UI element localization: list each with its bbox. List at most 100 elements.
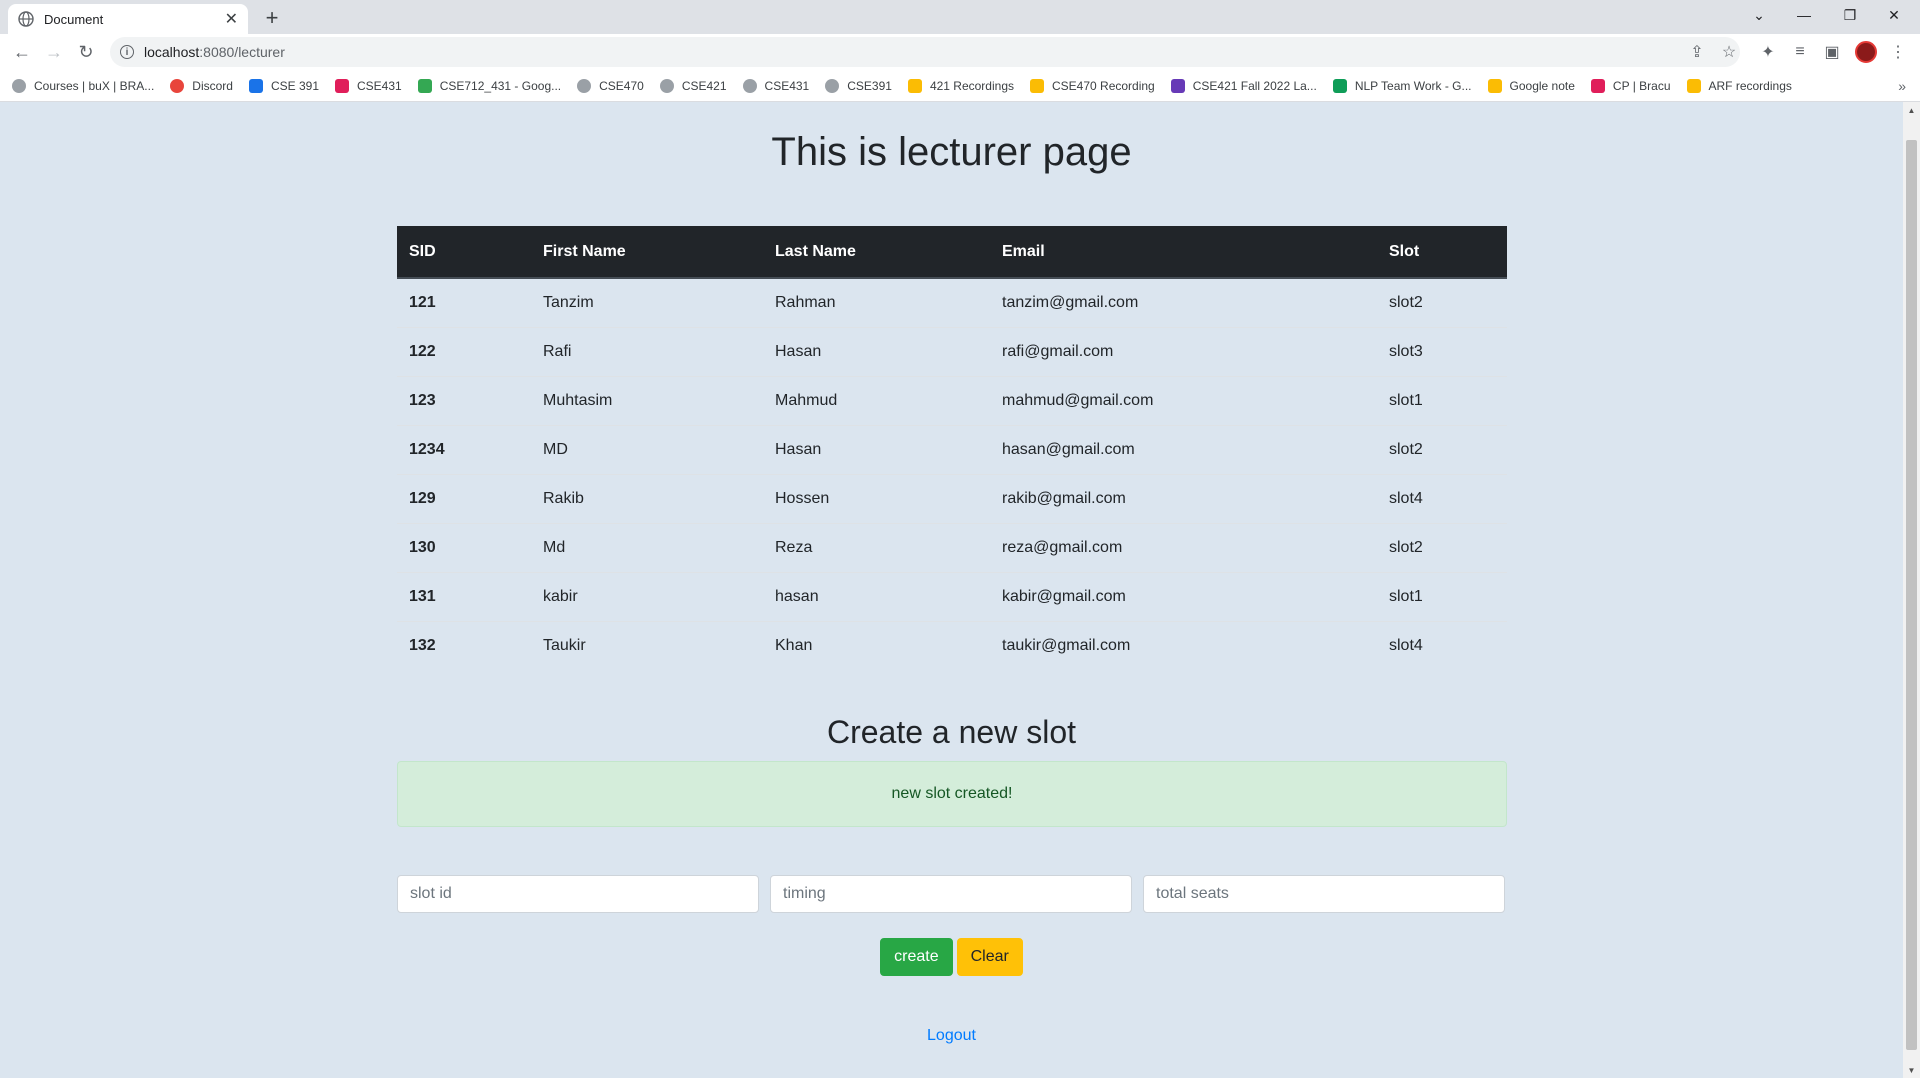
cell-sid: 121 [409,293,436,311]
table-row: 132 Taukir Khan taukir@gmail.com slot4 [397,620,1507,670]
cell-slot: slot1 [1377,571,1507,621]
tab-search-icon[interactable]: ⌄ [1737,0,1781,30]
globe-icon [18,11,34,27]
more-bookmarks-icon[interactable]: » [1898,78,1906,94]
bookmark-item[interactable]: CSE431 [335,78,402,93]
bookmark-item[interactable]: CSE421 [659,78,727,93]
new-tab-button[interactable]: + [258,4,286,32]
info-icon[interactable]: i [120,45,134,59]
back-icon[interactable]: ← [6,36,38,68]
cell-last-name: Hossen [763,473,990,523]
bookmark-item[interactable]: Discord [170,78,233,93]
scroll-up-icon[interactable]: ▲ [1903,102,1920,118]
cell-slot: slot1 [1377,375,1507,425]
side-panel-icon[interactable]: ▣ [1816,36,1848,68]
bookmarks-bar: Courses | buX | BRA... Discord CSE 391 C… [0,70,1920,102]
cell-sid: 129 [397,473,531,523]
bookmark-icon [825,78,840,93]
slot-id-input[interactable] [397,875,759,913]
table-row: 130 Md Reza reza@gmail.com slot2 [397,522,1507,572]
media-icon[interactable]: ≡ [1784,36,1816,68]
reload-icon[interactable]: ↻ [70,36,102,68]
bookmark-item[interactable]: CSE712_431 - Goog... [417,78,561,93]
bookmark-item[interactable]: CSE421 Fall 2022 La... [1170,78,1317,93]
cell-sid: 122 [397,326,531,376]
bookmark-item[interactable]: Google note [1487,78,1575,93]
cell-first-name: Rakib [531,473,763,523]
logout-link[interactable]: Logout [0,1027,1903,1045]
restore-button[interactable]: ❐ [1828,0,1872,30]
table-row: 1234 MD Hasan hasan@gmail.com slot2 [397,424,1507,474]
cell-first-name: Tanzim [543,293,594,311]
bookmark-item[interactable]: NLP Team Work - G... [1332,78,1472,93]
cell-slot: slot2 [1389,293,1423,311]
cell-first-name: kabir [531,571,763,621]
cell-last-name: Khan [763,620,990,670]
browser-tab[interactable]: Document ✕ [8,4,248,34]
cell-slot: slot3 [1377,326,1507,376]
menu-icon[interactable]: ⋮ [1882,36,1914,68]
cell-sid: 1234 [397,424,531,474]
cell-email: taukir@gmail.com [990,620,1377,670]
minimize-button[interactable]: — [1782,0,1826,30]
bookmark-icon [659,78,674,93]
bookmark-item[interactable]: CSE391 [825,78,892,93]
cell-first-name: MD [531,424,763,474]
cell-sid: 130 [397,522,531,572]
forward-icon[interactable]: → [38,36,70,68]
create-button[interactable]: create [880,938,953,976]
clear-button[interactable]: Clear [956,938,1023,976]
bookmark-item[interactable]: ARF recordings [1686,78,1792,93]
scroll-down-icon[interactable]: ▼ [1903,1062,1920,1078]
drive-icon [417,78,432,93]
bookmark-item[interactable]: Courses | buX | BRA... [12,78,154,93]
bookmark-item[interactable]: CSE431 [742,78,809,93]
scrollbar-thumb[interactable] [1906,140,1917,1050]
cell-slot: slot4 [1377,620,1507,670]
table-row: 122 Rafi Hasan rafi@gmail.com slot3 [397,326,1507,376]
share-icon[interactable]: ⇪ [1681,36,1713,68]
drive-icon [1030,78,1044,93]
cell-email: kabir@gmail.com [990,571,1377,621]
success-alert: new slot created! [397,761,1507,827]
keep-icon [1487,78,1502,93]
bookmark-star-icon[interactable]: ☆ [1713,36,1745,68]
table-row: 131 kabir hasan kabir@gmail.com slot1 [397,571,1507,621]
bookmark-item[interactable]: CP | Bracu [1590,78,1671,93]
bookmark-icon [742,78,757,93]
bookmark-item[interactable]: 421 Recordings [907,78,1014,93]
cell-last-name: Hasan [763,326,990,376]
drive-icon [907,78,922,93]
table-row: 129 Rakib Hossen rakib@gmail.com slot4 [397,473,1507,523]
discord-icon [170,78,185,93]
total-seats-input[interactable] [1143,875,1505,913]
bookmark-icon [577,78,592,93]
url-path: :8080/lecturer [199,44,285,60]
avatar[interactable] [1850,36,1882,68]
cell-first-name: Taukir [531,620,763,670]
close-tab-icon[interactable]: ✕ [225,9,238,29]
page-title: This is lecturer page [771,130,1132,174]
cell-slot: slot2 [1377,424,1507,474]
bookmark-item[interactable]: CSE470 Recording [1030,78,1155,93]
cell-first-name: Muhtasim [531,375,763,425]
tab-title: Document [44,11,104,27]
cell-email: rakib@gmail.com [990,473,1377,523]
timing-input[interactable] [770,875,1132,913]
table-row: 121 Tanzim Rahman tanzim@gmail.com slot2 [397,278,1507,327]
header-first-name: First Name [531,226,763,279]
vertical-scrollbar[interactable]: ▲ ▼ [1903,102,1920,1078]
cell-last-name: Rahman [775,293,836,311]
address-bar[interactable]: i localhost:8080/lecturer [110,37,1740,67]
slot-form [397,875,1507,913]
cell-sid: 132 [397,620,531,670]
cell-first-name: Md [531,522,763,572]
forms-icon [1170,78,1185,93]
bookmark-item[interactable]: CSE470 [577,78,644,93]
cell-last-name: Reza [763,522,990,572]
close-window-button[interactable]: ✕ [1872,0,1916,30]
bookmark-item[interactable]: CSE 391 [248,78,319,93]
bookmark-icon [248,78,263,93]
extensions-icon[interactable]: ✦ [1752,36,1784,68]
create-slot-heading: Create a new slot [826,714,1076,750]
